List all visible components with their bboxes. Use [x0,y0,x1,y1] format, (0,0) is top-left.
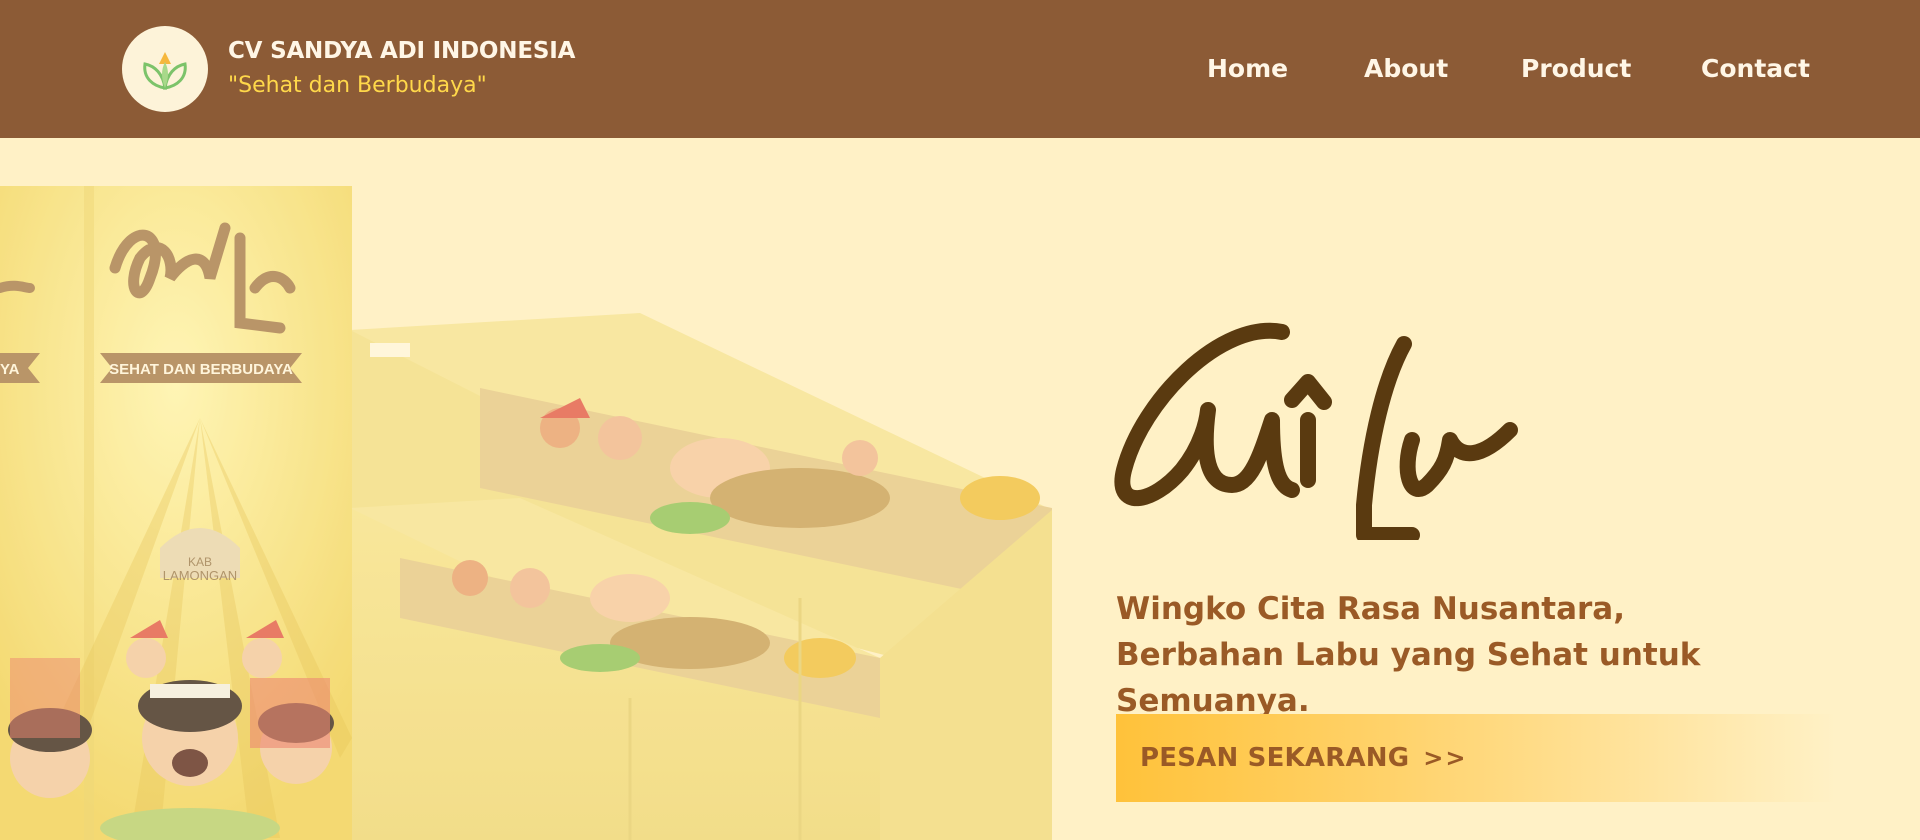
brand-logo[interactable] [122,26,208,112]
leaf-sprout-icon [143,52,187,90]
nav-home[interactable]: Home [1207,54,1288,83]
svg-text:KAB: KAB [188,555,212,569]
brand-tagline: "Sehat dan Berbudaya" [228,73,487,98]
site-header: CV SANDYA ADI INDONESIA "Sehat dan Berbu… [0,0,1920,138]
nav-about[interactable]: About [1364,54,1448,83]
nav-product[interactable]: Product [1521,54,1631,83]
hero-section: SEHAT DAN BERBUDAYA YA KAB LAMONGAN Wing… [0,138,1920,840]
cta-label: PESAN SEKARANG [1140,743,1410,773]
order-now-button[interactable]: PESAN SEKARANG >> [1116,714,1836,802]
double-chevron-right-icon: >> [1423,744,1468,772]
nav-contact[interactable]: Contact [1701,54,1810,83]
hero-headline: Wingko Cita Rasa Nusantara, Berbahan Lab… [1116,591,1701,719]
product-photo: SEHAT DAN BERBUDAYA YA KAB LAMONGAN [0,186,1052,840]
hero-brand-logo [1114,322,1518,540]
brand-name: CV SANDYA ADI INDONESIA [228,38,576,64]
svg-text:LAMONGAN: LAMONGAN [163,568,237,583]
svg-text:YA: YA [0,361,20,378]
svg-text:SEHAT DAN BERBUDAYA: SEHAT DAN BERBUDAYA [109,361,293,378]
